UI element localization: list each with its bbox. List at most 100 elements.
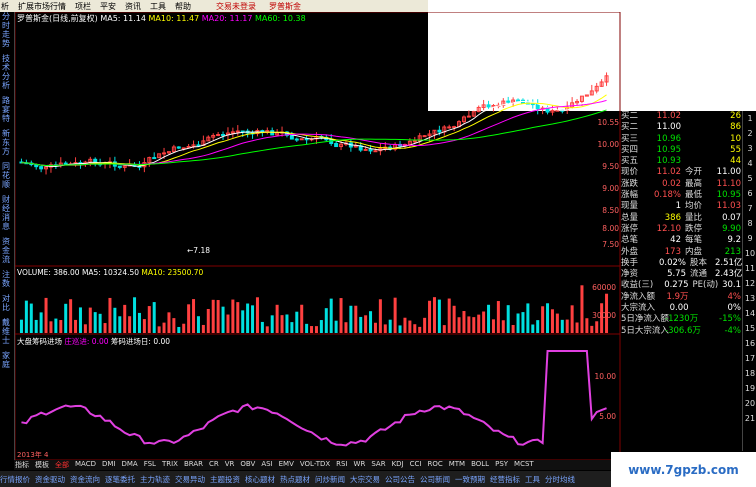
menu-help[interactable]: 帮助 [175, 1, 191, 12]
function-tab[interactable]: 逐笔委托 [105, 474, 135, 485]
menu-ping-an[interactable]: 平安 [100, 1, 116, 12]
function-tab[interactable]: 主力轨迹 [140, 474, 170, 485]
indicator-tab[interactable]: ROC [426, 460, 443, 470]
indicator-tab[interactable]: MCST [513, 460, 535, 470]
right-strip-item[interactable]: 14 [743, 306, 756, 321]
right-strip-item[interactable]: 2 [743, 126, 756, 141]
indicator-tab[interactable]: DMI [101, 460, 117, 470]
menu-bar-item[interactable]: 项栏 [75, 1, 91, 12]
left-tab[interactable]: 戴维士 [0, 318, 12, 345]
function-tab[interactable]: 资金驱动 [35, 474, 65, 485]
left-tab[interactable]: 家庭 [0, 351, 12, 369]
right-strip-item[interactable]: 19 [743, 381, 756, 396]
function-tab[interactable]: 主题投资 [210, 474, 240, 485]
volume-bar [34, 319, 38, 333]
right-strip-item[interactable]: 17 [743, 351, 756, 366]
right-strip-item[interactable]: 16 [743, 336, 756, 351]
indicator-tab[interactable]: RSI [335, 460, 348, 470]
left-tab[interactable]: 技术分析 [0, 54, 12, 90]
indicator-tab[interactable]: CR [208, 460, 220, 470]
indicator-tab[interactable]: OBV [239, 460, 256, 470]
indicator-tab[interactable]: TRIX [161, 460, 179, 470]
indicator-tab[interactable]: DMA [120, 460, 138, 470]
indicator-tab[interactable]: BRAR [183, 460, 204, 470]
volume-title: VOLUME: 386.00 MA5: 10324.50 MA10: 23500… [17, 268, 203, 277]
right-strip-item[interactable]: 5 [743, 171, 756, 186]
indicator-tab[interactable]: BOLL [470, 460, 490, 470]
indicator-tab[interactable]: MTM [448, 460, 466, 470]
left-tab[interactable]: 注数 [0, 270, 12, 288]
right-strip-item[interactable]: 4 [743, 156, 756, 171]
right-strip-item[interactable]: 7 [743, 201, 756, 216]
volume-bar [128, 316, 132, 333]
volume-bar [39, 312, 43, 333]
candle-body [516, 99, 521, 102]
trade-login-status[interactable]: 交易未登录 [216, 1, 256, 12]
indicator-tab[interactable]: EMV [278, 460, 295, 470]
indicator-tab[interactable]: SAR [370, 460, 386, 470]
right-strip-item[interactable]: 12 [743, 276, 756, 291]
indicator-tab[interactable]: KDJ [391, 460, 405, 470]
left-tab[interactable]: 分时走势 [0, 12, 12, 48]
indicator-tab[interactable]: FSL [143, 460, 157, 470]
quote-cell: 10.95 [656, 144, 681, 155]
indicator-tab[interactable]: 指标 [14, 460, 30, 470]
indicator-tab[interactable]: WR [353, 460, 367, 470]
quote-cell: 净资 [621, 269, 639, 280]
right-strip-item[interactable]: 11 [743, 261, 756, 276]
right-strip-item[interactable]: 15 [743, 321, 756, 336]
indicator-tab[interactable]: ASI [260, 460, 273, 470]
function-tab[interactable]: 经营指标 [490, 474, 520, 485]
indicator-tab[interactable]: PSY [494, 460, 509, 470]
function-tab[interactable]: 分时均线 [545, 474, 575, 485]
volume-bar [580, 285, 584, 333]
menu-news[interactable]: 资讯 [125, 1, 141, 12]
function-tab[interactable]: 资金流向 [70, 474, 100, 485]
right-strip-item[interactable]: 6 [743, 186, 756, 201]
indicator-tab[interactable]: VOL-TDX [299, 460, 331, 470]
right-strip-item[interactable]: 3 [743, 141, 756, 156]
menu-extended-market[interactable]: 扩展市场行情 [18, 1, 66, 12]
candle-body [235, 130, 240, 133]
indicator-tab[interactable]: VR [224, 460, 236, 470]
quote-row: 买三 10.96 10 [621, 134, 741, 145]
quote-cell: 5日净流入额 [621, 314, 669, 325]
right-strip-item[interactable]: 10 [743, 246, 756, 261]
left-tab[interactable]: 同花顺 [0, 162, 12, 189]
indicator-tab[interactable]: CCI [409, 460, 423, 470]
menu-tools[interactable]: 工具 [150, 1, 166, 12]
quote-cell: 10.95 [716, 190, 741, 201]
right-strip-item[interactable]: 21 [743, 411, 756, 426]
menu-analysis[interactable]: 析 [1, 1, 9, 12]
function-tab[interactable]: 核心题材 [245, 474, 275, 485]
indicator-tab[interactable]: 全部 [54, 460, 70, 470]
right-strip-item[interactable]: 13 [743, 291, 756, 306]
right-strip-item[interactable]: 9 [743, 231, 756, 246]
indicator-tab[interactable]: MACD [74, 460, 97, 470]
right-strip-item[interactable]: 8 [743, 216, 756, 231]
volume-bar [590, 325, 594, 333]
volume-bar [83, 324, 87, 333]
quote-cell: 涨跌 [621, 178, 639, 189]
right-strip-item[interactable]: 1 [743, 111, 756, 126]
left-tab[interactable]: 新东方 [0, 129, 12, 156]
function-tab[interactable]: 交易异动 [175, 474, 205, 485]
function-tab[interactable]: 公司新闻 [420, 474, 450, 485]
function-tab[interactable]: 一致预期 [455, 474, 485, 485]
right-strip-item[interactable]: 20 [743, 396, 756, 411]
right-strip-item[interactable]: 18 [743, 366, 756, 381]
volume-bar [49, 321, 53, 333]
function-tab[interactable]: 问炒新闻 [315, 474, 345, 485]
function-tab[interactable]: 公司公告 [385, 474, 415, 485]
function-tab[interactable]: 工具 [525, 474, 540, 485]
indicator-tab[interactable]: 模板 [34, 460, 50, 470]
left-tab[interactable]: 资金流 [0, 237, 12, 264]
left-tab[interactable]: 对比 [0, 294, 12, 312]
function-tab[interactable]: 热点题材 [280, 474, 310, 485]
left-tab[interactable]: 路宴特 [0, 96, 12, 123]
function-tab[interactable]: 行情报价 [0, 474, 30, 485]
function-tab[interactable]: 大宗交易 [350, 474, 380, 485]
quote-cell: 5日大宗流入 [621, 325, 669, 336]
quote-cell: 0.00 [669, 303, 689, 314]
left-tab[interactable]: 财经消息 [0, 195, 12, 231]
